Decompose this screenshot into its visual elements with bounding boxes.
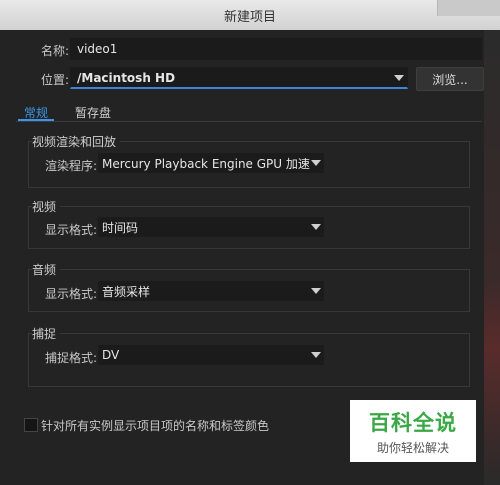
- audio-section-title: 音频: [32, 261, 61, 278]
- video-section-title: 视频: [32, 198, 61, 215]
- tab-active-indicator: [18, 119, 54, 121]
- desktop-background-strip: [484, 30, 500, 485]
- video-format-dropdown[interactable]: 时间码: [98, 217, 324, 237]
- tab-scratch-disks[interactable]: 暂存盘: [75, 104, 111, 121]
- show-name-label-color-checkbox[interactable]: [24, 418, 38, 432]
- renderer-dropdown[interactable]: Mercury Playback Engine GPU 加速 (OpenCL): [98, 153, 324, 173]
- video-format-value: 时间码: [102, 220, 139, 235]
- audio-format-dropdown[interactable]: 音频采样: [98, 281, 324, 301]
- capture-format-dropdown[interactable]: DV: [98, 345, 324, 365]
- capture-format-label: 捕捉格式:: [45, 351, 98, 365]
- name-input[interactable]: video1: [70, 38, 482, 60]
- watermark-title: 百科全说: [369, 410, 457, 435]
- tab-divider: [16, 121, 482, 122]
- window-title: 新建项目: [223, 9, 276, 25]
- renderer-value: Mercury Playback Engine GPU 加速 (OpenCL): [102, 156, 310, 171]
- name-input-value: video1: [77, 42, 118, 56]
- location-value: /Macintosh HD: [77, 70, 176, 85]
- renderer-label: 渲染程序:: [45, 159, 98, 173]
- chevron-down-icon: [311, 352, 321, 358]
- audio-format-label: 显示格式:: [45, 287, 98, 301]
- chevron-down-icon: [394, 75, 404, 81]
- browse-button-label: 浏览...: [432, 72, 468, 87]
- audio-format-value: 音频采样: [102, 284, 151, 299]
- watermark-subtitle: 助你轻松解决: [376, 440, 449, 455]
- chevron-down-icon: [311, 224, 321, 230]
- capture-section-title: 捕捉: [32, 325, 61, 342]
- show-name-label-color-label: 针对所有实例显示项目项的名称和标签颜色: [41, 419, 270, 433]
- location-label: 位置:: [41, 73, 70, 87]
- chevron-down-icon: [311, 160, 321, 166]
- watermark-badge: 百科全说 助你轻松解决: [350, 400, 476, 462]
- titlebar-corner: [437, 0, 500, 16]
- video-format-label: 显示格式:: [45, 223, 98, 237]
- capture-format-value: DV: [102, 348, 120, 362]
- render-section-title: 视频渲染和回放: [32, 133, 121, 150]
- location-dropdown[interactable]: /Macintosh HD: [70, 67, 408, 89]
- window-titlebar: 新建项目: [0, 0, 500, 31]
- name-label: 名称:: [41, 44, 70, 58]
- chevron-down-icon: [311, 288, 321, 294]
- browse-button[interactable]: 浏览...: [416, 67, 484, 91]
